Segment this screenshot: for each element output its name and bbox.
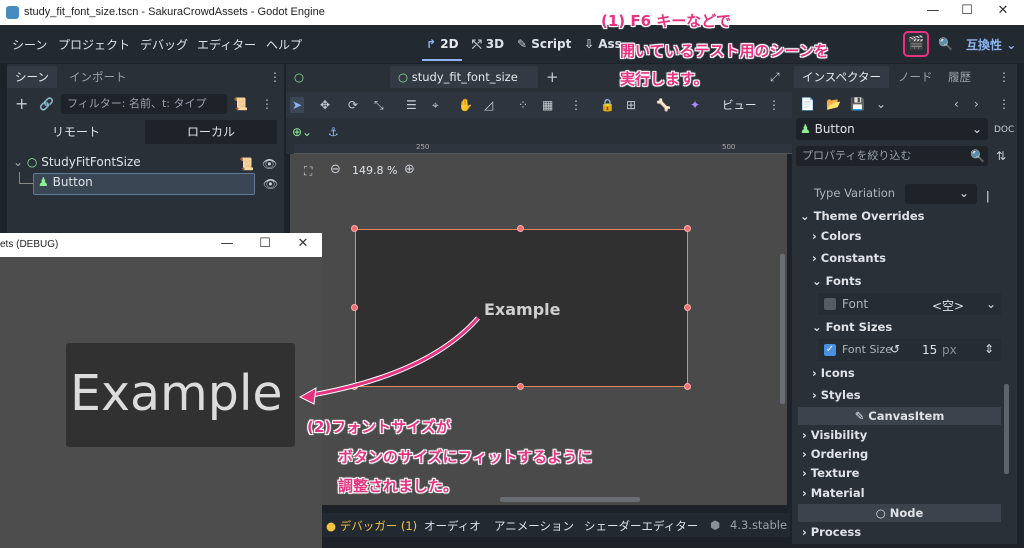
annotation-arrow — [298, 316, 480, 405]
arrow-line — [305, 317, 480, 398]
arrow-head — [298, 387, 317, 405]
arrow-outline — [305, 316, 480, 399]
